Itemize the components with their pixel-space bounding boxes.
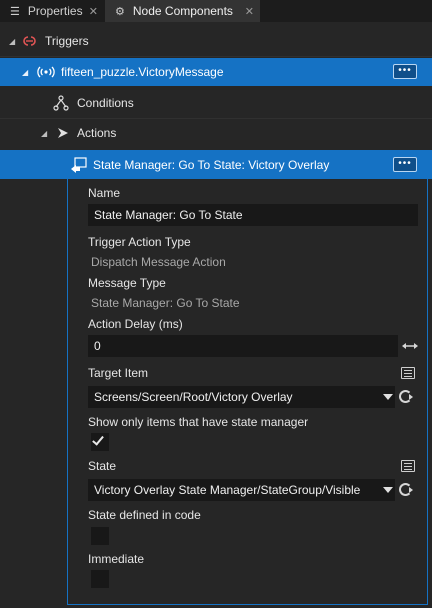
broadcast-icon	[37, 66, 55, 78]
component-icon: ⚙	[115, 5, 125, 18]
tab-node-components-label: Node Components	[132, 4, 233, 18]
conditions-icon	[53, 95, 69, 111]
state-dropdown[interactable]: Victory Overlay State Manager/StateGroup…	[88, 479, 395, 501]
chevron-down-icon	[383, 487, 393, 493]
state-defined-in-code-label: State defined in code	[88, 508, 201, 522]
action-delay-value: 0	[94, 339, 101, 353]
tree-label-conditions: Conditions	[77, 96, 134, 110]
state-defined-in-code-checkbox[interactable]	[91, 527, 109, 545]
tree-row-conditions[interactable]: Conditions	[0, 92, 432, 114]
action-item-icon	[71, 157, 87, 173]
tab-bar: ☰ Properties ✕ ⚙ Node Components ✕	[0, 0, 432, 22]
tab-properties[interactable]: ☰ Properties ✕	[0, 0, 104, 22]
target-item-dropdown[interactable]: Screens/Screen/Root/Victory Overlay	[88, 386, 395, 408]
browse-icon[interactable]	[401, 367, 415, 379]
show-only-checkbox[interactable]	[91, 433, 109, 451]
state-label: State	[88, 459, 117, 473]
tree-row-victory-message[interactable]: ◢ fifteen_puzzle.VictoryMessage •••	[0, 58, 432, 86]
tree-row-actions[interactable]: ◢ Actions	[0, 122, 432, 144]
checkmark-icon	[92, 433, 104, 446]
trigger-action-type-label: Trigger Action Type	[88, 235, 191, 249]
immediate-checkbox[interactable]	[91, 570, 109, 588]
drag-adjust-icon[interactable]	[401, 341, 419, 351]
tree-row-triggers[interactable]: ◢ Triggers	[0, 30, 432, 52]
trigger-icon	[23, 36, 36, 46]
chevron-down-icon	[383, 394, 393, 400]
list-icon: ☰	[10, 5, 20, 18]
state-value: Victory Overlay State Manager/StateGroup…	[94, 483, 361, 497]
reset-icon[interactable]	[399, 483, 413, 496]
close-icon[interactable]: ✕	[89, 5, 98, 18]
expand-arrow-icon[interactable]: ◢	[9, 37, 15, 46]
message-type-label: Message Type	[88, 276, 166, 290]
action-delay-field[interactable]: 0	[88, 335, 398, 357]
more-options-button[interactable]: •••	[393, 157, 417, 172]
message-type-value: State Manager: Go To State	[91, 296, 240, 310]
tree-label-triggers: Triggers	[45, 34, 89, 48]
tree-label-action-item: State Manager: Go To State: Victory Over…	[93, 158, 330, 172]
divider	[0, 56, 432, 57]
expand-arrow-icon[interactable]: ◢	[41, 129, 47, 138]
action-delay-label: Action Delay (ms)	[88, 317, 183, 331]
tab-properties-label: Properties	[27, 4, 83, 18]
close-icon[interactable]: ✕	[245, 5, 254, 18]
target-item-value: Screens/Screen/Root/Victory Overlay	[94, 390, 293, 404]
tree-row-action-item[interactable]: State Manager: Go To State: Victory Over…	[0, 150, 432, 179]
tree-label-actions: Actions	[77, 126, 117, 140]
name-value: State Manager: Go To State	[94, 208, 243, 222]
trigger-action-type-value: Dispatch Message Action	[91, 255, 226, 269]
browse-icon[interactable]	[401, 460, 415, 472]
tree-label-victory-message: fifteen_puzzle.VictoryMessage	[61, 65, 224, 79]
expand-arrow-icon[interactable]: ◢	[22, 68, 28, 77]
divider	[0, 118, 432, 119]
more-options-button[interactable]: •••	[393, 64, 417, 79]
target-item-label: Target Item	[88, 366, 149, 380]
actions-icon	[58, 128, 68, 138]
immediate-label: Immediate	[88, 552, 145, 566]
show-only-label: Show only items that have state manager	[88, 415, 309, 429]
name-field[interactable]: State Manager: Go To State	[88, 204, 418, 226]
reset-icon[interactable]	[399, 390, 413, 403]
tab-node-components[interactable]: ⚙ Node Components ✕	[105, 0, 260, 22]
name-label: Name	[88, 186, 121, 200]
